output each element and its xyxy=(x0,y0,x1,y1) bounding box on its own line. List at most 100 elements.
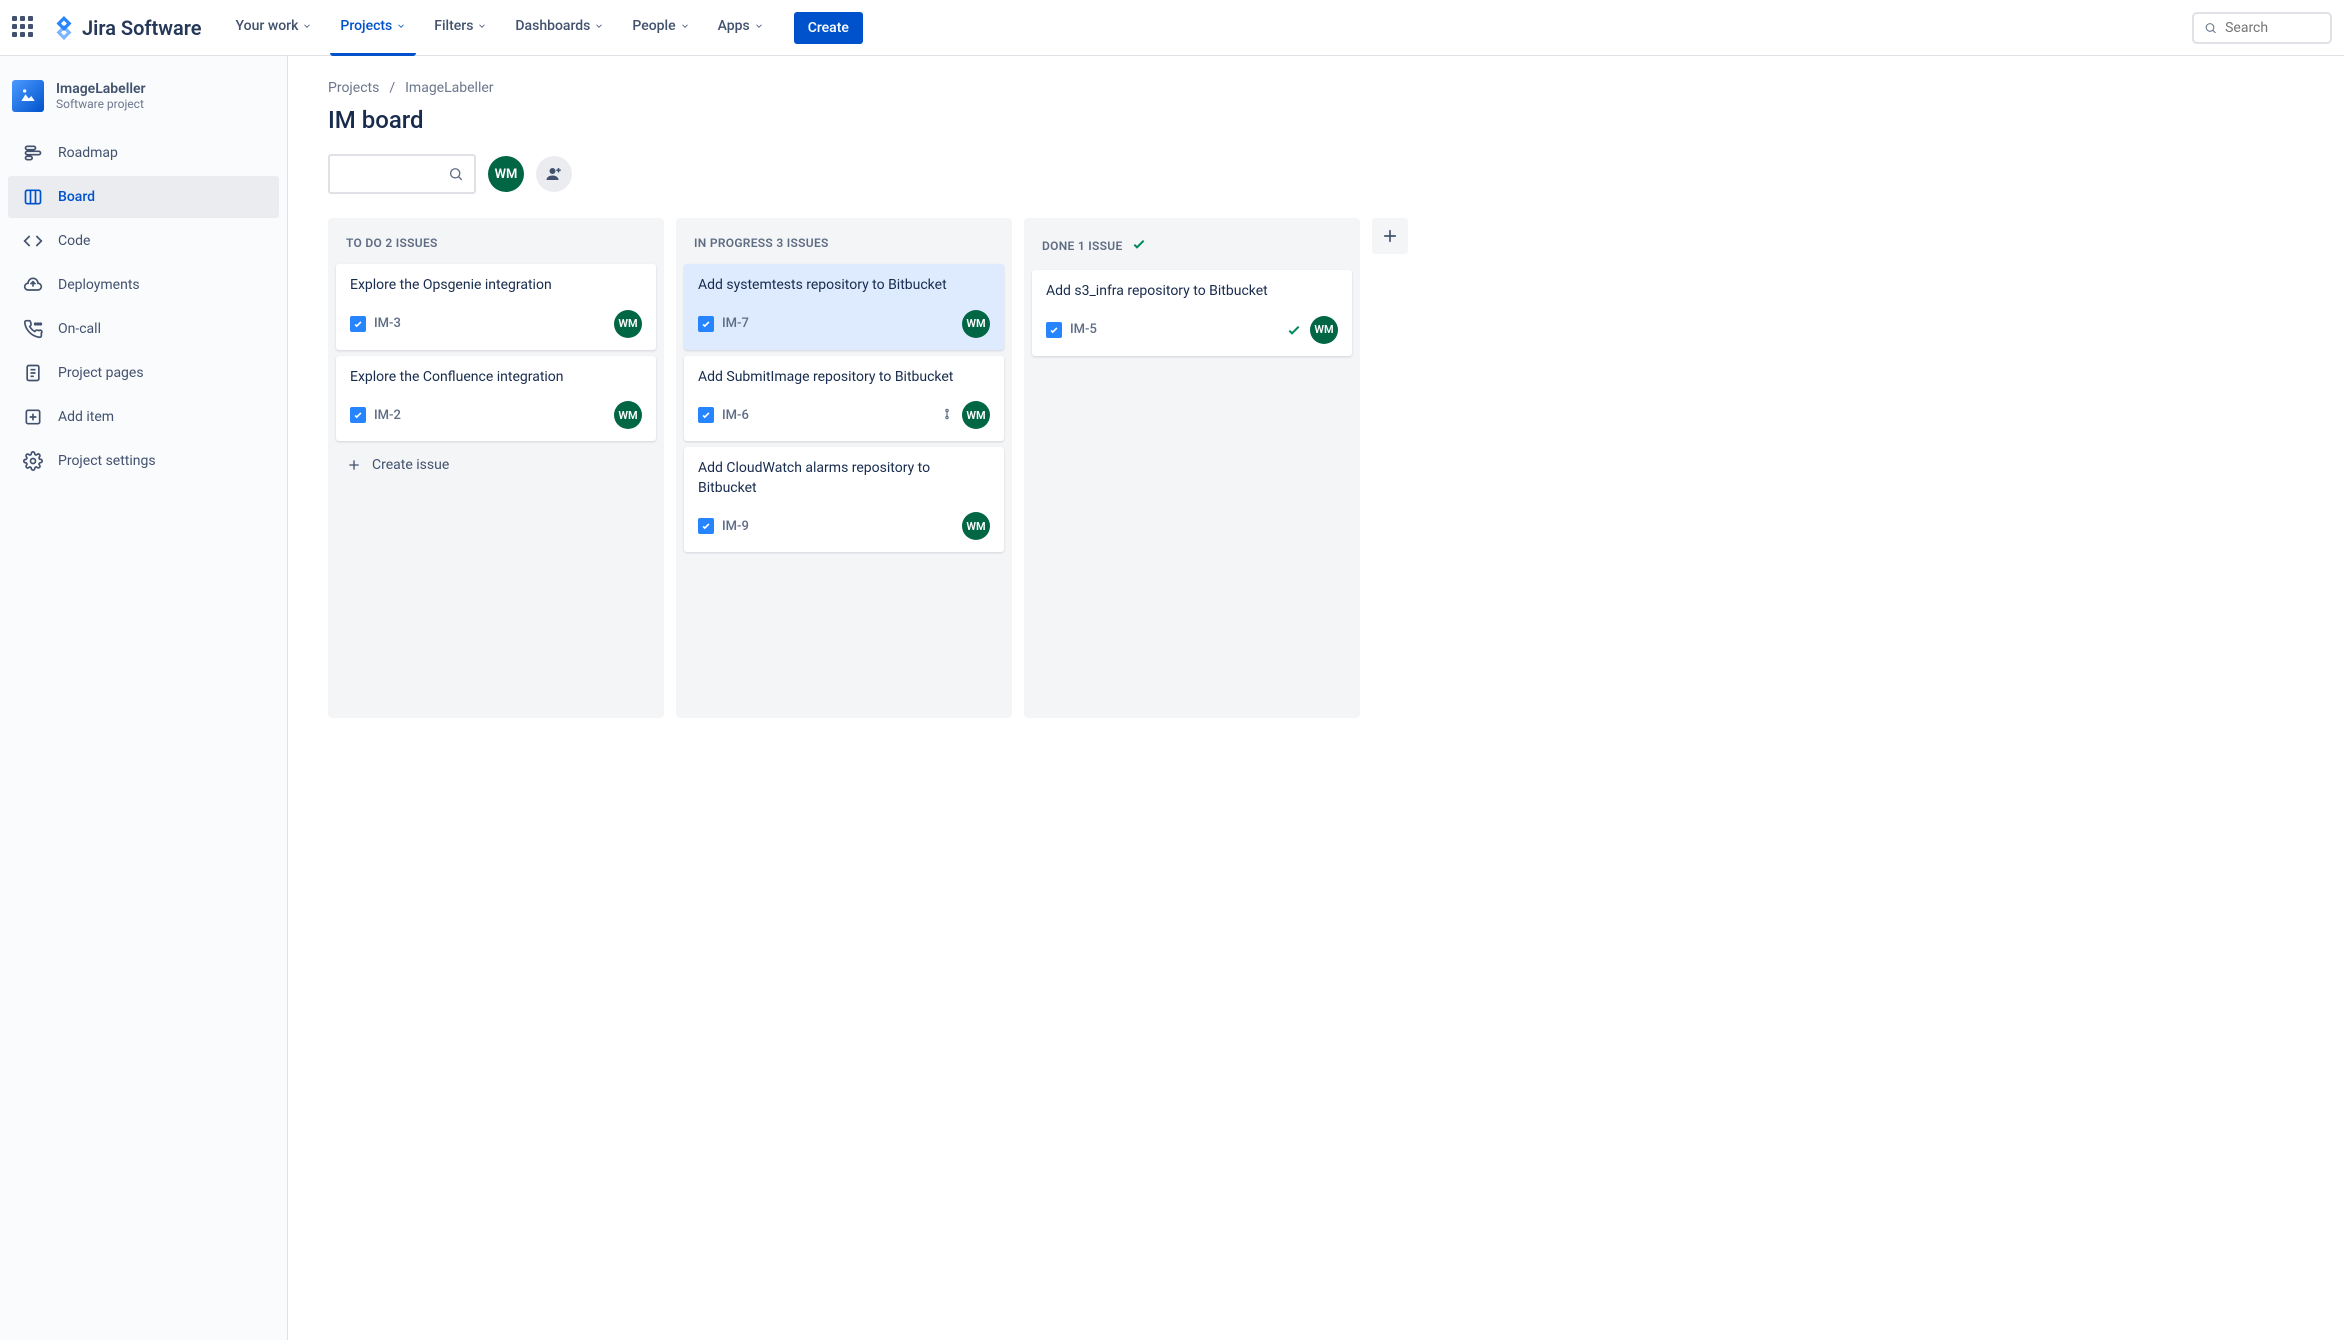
chevron-down-icon xyxy=(594,21,604,31)
sidebar-item-deployments[interactable]: Deployments xyxy=(8,264,279,306)
card-right: WM xyxy=(962,310,990,338)
assignee-avatar[interactable]: WM xyxy=(1310,316,1338,344)
add-column-button[interactable] xyxy=(1372,218,1408,254)
card-title: Explore the Opsgenie integration xyxy=(350,276,642,296)
project-name: ImageLabeller xyxy=(56,81,146,97)
create-issue-button[interactable]: Create issue xyxy=(336,447,656,483)
logo-text: Jira Software xyxy=(82,16,202,40)
issue-card[interactable]: Explore the Confluence integrationIM-2WM xyxy=(336,356,656,442)
issue-card[interactable]: Explore the Opsgenie integration IM-3 WM xyxy=(336,264,656,350)
breadcrumb-item[interactable]: Projects xyxy=(328,80,379,96)
sidebar-item-code[interactable]: Code xyxy=(8,220,279,262)
oncall-icon xyxy=(22,318,44,340)
task-type-icon xyxy=(698,518,714,534)
project-avatar-icon xyxy=(12,80,44,112)
search-icon xyxy=(2204,20,2217,36)
chevron-down-icon xyxy=(477,21,487,31)
issue-card[interactable]: Add SubmitImage repository to Bitbucket I… xyxy=(684,356,1004,442)
nav-projects[interactable]: Projects xyxy=(330,0,416,56)
assignee-avatar[interactable]: WM xyxy=(614,310,642,338)
project-header[interactable]: ImageLabeller Software project xyxy=(8,80,279,132)
board-column: DONE 1 ISSUEAdd s3_infra repository to B… xyxy=(1024,218,1360,718)
sidebar-items: Roadmap Board Code Deployments On-call P… xyxy=(8,132,279,482)
assignee-avatar[interactable]: WM xyxy=(614,401,642,429)
code-icon xyxy=(22,230,44,252)
sidebar-item-add[interactable]: Add item xyxy=(8,396,279,438)
create-button[interactable]: Create xyxy=(794,12,863,44)
task-type-icon xyxy=(698,316,714,332)
app-switcher-icon[interactable] xyxy=(12,16,36,40)
issue-key: IM-2 xyxy=(374,408,401,423)
card-meta: IM-6 xyxy=(698,407,749,423)
project-type: Software project xyxy=(56,97,146,111)
card-right: WM xyxy=(940,401,990,429)
chevron-down-icon xyxy=(680,21,690,31)
sidebar-item-pages[interactable]: Project pages xyxy=(8,352,279,394)
global-search[interactable] xyxy=(2192,12,2332,44)
card-meta: IM-3 xyxy=(350,316,401,332)
assignee-avatar[interactable]: WM xyxy=(962,310,990,338)
main-content: Projects / ImageLabeller IM board WM TO … xyxy=(288,56,2344,1340)
issue-card[interactable]: Add systemtests repository to Bitbucket I… xyxy=(684,264,1004,350)
nav-filters[interactable]: Filters xyxy=(424,0,497,56)
column-header[interactable]: TO DO 2 ISSUES xyxy=(336,230,656,264)
jira-logo-icon xyxy=(52,16,76,40)
sidebar-item-roadmap[interactable]: Roadmap xyxy=(8,132,279,174)
issue-key: IM-3 xyxy=(374,316,401,331)
board: TO DO 2 ISSUES Explore the Opsgenie integ… xyxy=(328,218,2304,718)
card-meta: IM-7 xyxy=(698,316,749,332)
priority-icon xyxy=(940,406,954,425)
issue-key: IM-6 xyxy=(722,408,749,423)
plus-icon xyxy=(346,457,362,473)
issue-card[interactable]: Add CloudWatch alarms repository to Bitb… xyxy=(684,447,1004,552)
breadcrumb-item[interactable]: ImageLabeller xyxy=(405,80,493,96)
card-footer: IM-9 WM xyxy=(698,512,990,540)
sidebar: ImageLabeller Software project Roadmap B… xyxy=(0,56,288,1340)
logo[interactable]: Jira Software xyxy=(52,16,202,40)
card-right: WM xyxy=(614,401,642,429)
sidebar-item-oncall[interactable]: On-call xyxy=(8,308,279,350)
task-type-icon xyxy=(1046,322,1062,338)
card-title: Add s3_infra repository to Bitbucket xyxy=(1046,282,1338,302)
add-people-button[interactable] xyxy=(536,156,572,192)
nav-dashboards[interactable]: Dashboards xyxy=(505,0,614,56)
nav-apps[interactable]: Apps xyxy=(708,0,774,56)
nav-items: Your work Projects Filters Dashboards Pe… xyxy=(226,0,863,56)
add-icon xyxy=(22,406,44,428)
board-search-input[interactable] xyxy=(340,167,448,182)
page-title: IM board xyxy=(328,106,2304,134)
done-check-icon xyxy=(1286,322,1302,338)
card-right: WM xyxy=(614,310,642,338)
nav-your-work[interactable]: Your work xyxy=(226,0,323,56)
board-icon xyxy=(22,186,44,208)
card-title: Add systemtests repository to Bitbucket xyxy=(698,276,990,296)
chevron-down-icon xyxy=(754,21,764,31)
breadcrumb: Projects / ImageLabeller xyxy=(328,80,2304,96)
global-search-input[interactable] xyxy=(2225,20,2320,36)
card-right: WM xyxy=(962,512,990,540)
breadcrumb-separator: / xyxy=(389,80,395,96)
issue-key: IM-7 xyxy=(722,316,749,331)
card-footer: IM-3 WM xyxy=(350,310,642,338)
task-type-icon xyxy=(350,407,366,423)
card-title: Add SubmitImage repository to Bitbucket xyxy=(698,368,990,388)
assignee-avatar[interactable]: WM xyxy=(962,512,990,540)
sidebar-item-settings[interactable]: Project settings xyxy=(8,440,279,482)
column-header[interactable]: DONE 1 ISSUE xyxy=(1032,230,1352,270)
top-nav: Jira Software Your work Projects Filters… xyxy=(0,0,2344,56)
roadmap-icon xyxy=(22,142,44,164)
pages-icon xyxy=(22,362,44,384)
issue-card[interactable]: Add s3_infra repository to Bitbucket IM-5… xyxy=(1032,270,1352,356)
column-title: TO DO 2 ISSUES xyxy=(346,236,438,250)
sidebar-item-board[interactable]: Board xyxy=(8,176,279,218)
issue-key: IM-9 xyxy=(722,519,749,534)
column-header[interactable]: IN PROGRESS 3 ISSUES xyxy=(684,230,1004,264)
add-person-icon xyxy=(545,165,563,183)
board-search[interactable] xyxy=(328,154,476,194)
task-type-icon xyxy=(350,316,366,332)
board-column: TO DO 2 ISSUES Explore the Opsgenie integ… xyxy=(328,218,664,718)
assignee-avatar[interactable]: WM xyxy=(962,401,990,429)
user-avatar[interactable]: WM xyxy=(488,156,524,192)
nav-people[interactable]: People xyxy=(622,0,699,56)
card-footer: IM-5WM xyxy=(1046,316,1338,344)
